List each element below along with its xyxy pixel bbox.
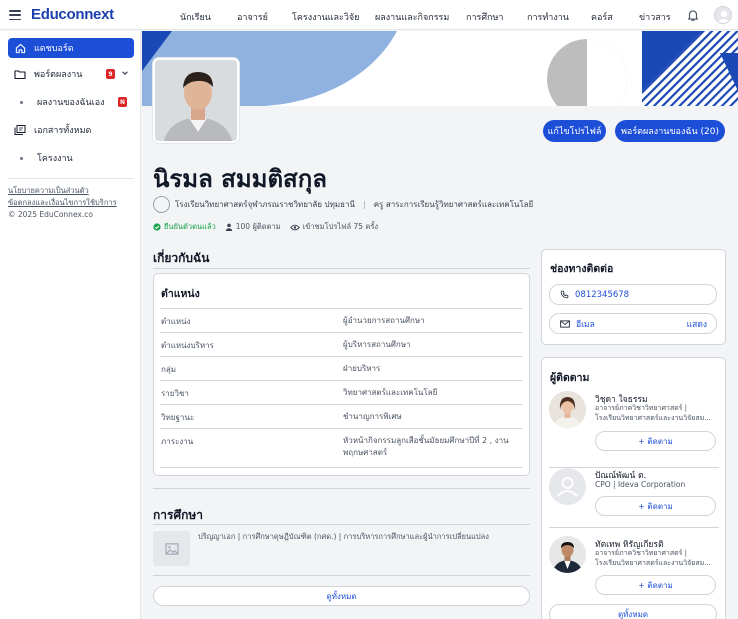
contact-card: ช่องทางติดต่อ 0812345678 อีเมล แสดง <box>541 249 726 345</box>
bullet <box>20 156 23 160</box>
logo[interactable]: Educonnext <box>31 6 114 23</box>
education-view-all-button[interactable]: ดูทั้งหมด <box>153 586 530 606</box>
followers-view-all-button[interactable]: ดูทั้งหมด <box>549 604 717 619</box>
new-badge: N <box>118 97 127 107</box>
app-root: Educonnext นักเรียน อาจารย์ โครงงานและวิ… <box>0 0 738 619</box>
profile-stats: ยืนยันตัวตนแล้ว 100 ผู้ติดตาม เข้าชมโปรไ… <box>153 221 387 233</box>
sidebar: แดชบอร์ด พอร์ตผลงาน 9 ผลงานของฉันเอง N เ… <box>0 31 141 619</box>
user-icon <box>717 10 731 23</box>
sidebar-footer: นโยบายความเป็นส่วนตัว ข้อตกลงและเงื่อนไข… <box>8 178 134 221</box>
sidebar-item-label: แดชบอร์ด <box>34 44 74 54</box>
divider <box>153 524 530 525</box>
image-icon <box>164 542 179 555</box>
divider <box>153 575 530 576</box>
terms-link[interactable]: ข้อตกลงและเงื่อนไขการใช้บริการ <box>8 197 134 209</box>
user-icon <box>557 477 578 497</box>
nav-item-works-activities[interactable]: ผลงานและกิจกรรม <box>375 10 449 24</box>
followers-title: ผู้ติดตาม <box>550 372 590 384</box>
follower-subtitle: โรงเรียนวิทยาศาสตร์และงานวิจัยสม... <box>595 414 711 422</box>
documents-icon <box>14 124 26 136</box>
follower-avatar[interactable] <box>549 468 586 505</box>
folder-icon <box>14 68 26 80</box>
user-avatar[interactable] <box>714 6 732 24</box>
school-seal-icon <box>153 195 170 213</box>
position-card-title: ตำแหน่ง <box>161 288 200 300</box>
follower-item: ทัตเทพ หิรัญเกียรติ อาจารย์ภาควิชาวิทยาศ… <box>549 535 719 605</box>
position-card: ตำแหน่ง ตำแหน่ง ผู้อำนวยการสถานศึกษา ตำแห… <box>153 273 530 476</box>
edit-profile-button[interactable]: แก้ไขโปรไฟล์ <box>543 120 606 142</box>
position-row: ตำแหน่งบริหาร ผู้บริหารสถานศึกษา <box>160 333 522 357</box>
verified-status: ยืนยันตัวตนแล้ว <box>153 221 216 233</box>
follower-avatar[interactable] <box>549 536 586 573</box>
sidebar-item-label: โครงงาน <box>37 154 73 164</box>
school-name[interactable]: โรงเรียนวิทยาศาสตร์จุฬาภรณราชวิทยาลัย ปท… <box>175 198 355 211</box>
check-circle-icon <box>153 223 161 231</box>
profile-meta: โรงเรียนวิทยาศาสตร์จุฬาภรณราชวิทยาลัย ปท… <box>153 195 533 213</box>
education-title: การศึกษา <box>153 508 203 522</box>
bullet <box>20 100 23 104</box>
nav-item-courses[interactable]: คอร์ส <box>591 10 613 24</box>
sidebar-item-label: ผลงานของฉันเอง <box>37 98 105 108</box>
divider <box>153 268 530 269</box>
follower-item: ปัณณ์พัฒน์ ต. CPO | Ideva Corporation + … <box>549 468 719 528</box>
position-row: กลุ่ม ฝ่ายบริหาร <box>160 357 522 381</box>
position-row: ภาระงาน หัวหน้ากิจกรรมลูกเสือชั้นมัธยมศึก… <box>160 429 522 468</box>
education-entry: ปริญญาเอก | การศึกษาดุษฎีบัณฑิต (กศด.) |… <box>198 532 489 541</box>
followers-card: ผู้ติดตาม วิชุดา ใจธรรม อาจารย์ภาควิชาวิ… <box>541 357 726 619</box>
nav-item-teachers[interactable]: อาจารย์ <box>237 10 268 24</box>
profile-name: นิรมล สมมติสกุล <box>153 165 327 193</box>
nav-item-projects-research[interactable]: โครงงานและวิจัย <box>292 10 359 24</box>
followers-count: 100 ผู้ติดตาม <box>225 221 281 233</box>
portfolio-count-badge: 9 <box>106 69 115 79</box>
follower-avatar[interactable] <box>549 391 586 428</box>
sidebar-item-my-work[interactable]: ผลงานของฉันเอง N <box>8 92 134 112</box>
follow-button[interactable]: + ติดตาม <box>595 431 716 451</box>
mail-icon <box>560 319 570 328</box>
nav-item-education[interactable]: การศึกษา <box>466 10 504 24</box>
follower-subtitle: CPO | Ideva Corporation <box>595 480 686 489</box>
sidebar-item-label: พอร์ตผลงาน <box>34 70 83 80</box>
nav-item-news[interactable]: ข่าวสาร <box>639 10 671 24</box>
privacy-link[interactable]: นโยบายความเป็นส่วนตัว <box>8 185 134 197</box>
email-contact[interactable]: อีเมล แสดง <box>549 313 717 334</box>
eye-icon <box>289 224 300 230</box>
menu-icon[interactable] <box>9 10 21 20</box>
education-thumbnail <box>153 531 190 566</box>
copyright-text: © 2025 EduConnex.co <box>8 210 93 219</box>
follower-subtitle: อาจารย์ภาควิชาวิทยาศาสตร์ | <box>595 549 687 557</box>
profile-photo <box>153 58 239 143</box>
follower-subtitle: อาจารย์ภาควิชาวิทยาศาสตร์ | <box>595 404 687 412</box>
sidebar-item-portfolio[interactable]: พอร์ตผลงาน 9 <box>8 64 134 84</box>
top-navbar: Educonnext นักเรียน อาจารย์ โครงงานและวิ… <box>0 0 738 30</box>
sidebar-item-dashboard[interactable]: แดชบอร์ด <box>8 38 134 58</box>
sidebar-item-label: เอกสารทั้งหมด <box>34 126 92 136</box>
bell-icon[interactable] <box>686 8 700 22</box>
follow-button[interactable]: + ติดตาม <box>595 496 716 516</box>
phone-icon <box>560 290 569 299</box>
follow-button[interactable]: + ติดตาม <box>595 575 716 595</box>
position-row: วิทยฐานะ ชำนาญการพิเศษ <box>160 405 522 429</box>
nav-item-students[interactable]: นักเรียน <box>180 10 211 24</box>
divider <box>153 488 530 489</box>
follower-subtitle: โรงเรียนวิทยาศาสตร์และงานวิจัยสม... <box>595 559 711 567</box>
sidebar-item-all-documents[interactable]: เอกสารทั้งหมด <box>8 120 134 140</box>
sidebar-item-projects[interactable]: โครงงาน <box>8 148 134 168</box>
chevron-down-icon[interactable] <box>121 69 129 77</box>
my-portfolio-button[interactable]: พอร์ตผลงานของฉัน (20) <box>615 120 725 142</box>
position-row: รายวิชา วิทยาศาสตร์และเทคโนโลยี <box>160 381 522 405</box>
home-icon <box>14 42 26 54</box>
follower-item: วิชุดา ใจธรรม อาจารย์ภาควิชาวิทยาศาสตร์ … <box>549 390 719 460</box>
contact-title: ช่องทางติดต่อ <box>550 263 614 275</box>
nav-item-work[interactable]: การทำงาน <box>527 10 569 24</box>
profile-views: เข้าชมโปรไฟล์ 75 ครั้ง <box>289 221 378 233</box>
user-icon <box>225 223 232 231</box>
show-email-link[interactable]: แสดง <box>687 317 707 331</box>
phone-contact[interactable]: 0812345678 <box>549 284 717 305</box>
teacher-role: ครู สาระการเรียนรู้วิทยาศาสตร์และเทคโนโล… <box>373 199 534 209</box>
about-title: เกี่ยวกับฉัน <box>153 251 210 265</box>
position-row: ตำแหน่ง ผู้อำนวยการสถานศึกษา <box>160 309 522 333</box>
divider <box>549 527 719 528</box>
